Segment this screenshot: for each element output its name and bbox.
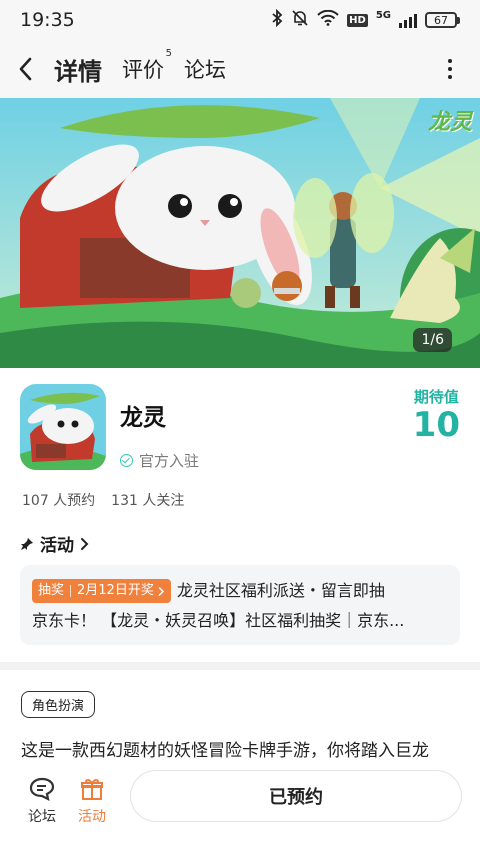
wifi-icon (317, 9, 339, 30)
network-type: 5G (375, 9, 391, 21)
activity-label: 活动 (78, 809, 106, 825)
banner-illustration (0, 98, 480, 368)
more-options-button[interactable] (438, 49, 462, 89)
activity-header[interactable]: 活动 (20, 531, 89, 556)
carousel-counter: 1/6 (413, 328, 452, 352)
game-description: 这是一款西幻题材的妖怪冒险卡牌手游，你将踏入巨龙 (21, 741, 429, 761)
forum-button[interactable]: 论坛 (22, 776, 62, 826)
reservation-count: 107 人预约 (22, 493, 96, 509)
battery-icon: 67 (425, 12, 460, 28)
chevron-right-small-icon (158, 586, 164, 596)
status-time: 19:35 (20, 9, 75, 31)
lottery-tag: 抽奖 2月12日开奖 (32, 579, 171, 603)
forum-label: 论坛 (28, 809, 56, 825)
tab-bar: 详情 评价 5 论坛 (54, 48, 226, 87)
activity-button[interactable]: 活动 (72, 776, 112, 826)
activity-text-line2: 京东卡！ 【龙灵・妖灵召唤】社区福利抽奖｜京东... (32, 611, 405, 630)
bottom-action-bar: 论坛 活动 已预约 (0, 762, 480, 854)
mute-bell-icon (291, 9, 309, 31)
tab-details[interactable]: 详情 (54, 52, 102, 87)
activity-title: 活动 (40, 536, 74, 556)
official-label: 官方入驻 (139, 452, 200, 470)
top-nav: 详情 评价 5 论坛 (0, 40, 480, 98)
official-badge: 官方入驻 (120, 450, 199, 471)
status-bar: 19:35 HD 5G 67 (0, 0, 480, 40)
chevron-right-icon (81, 537, 89, 550)
genre-tag[interactable]: 角色扮演 (21, 691, 96, 718)
signal-icon (399, 12, 417, 28)
bluetooth-icon (271, 8, 283, 31)
back-button[interactable] (18, 49, 46, 89)
lottery-date: 2月12日开奖 (77, 583, 154, 598)
pin-icon (21, 537, 33, 550)
banner-watermark: 龙灵 (427, 110, 472, 135)
tab-reviews-label: 评价 (122, 58, 164, 82)
tab-forum[interactable]: 论坛 (184, 54, 226, 84)
battery-level: 67 (425, 12, 457, 28)
app-title: 龙灵 (120, 405, 166, 431)
lottery-tag-label: 抽奖 (38, 583, 65, 598)
review-count-badge: 5 (165, 48, 172, 59)
expectation-label: 期待值 (413, 388, 459, 406)
screenshot-carousel[interactable]: 龙灵 1/6 (0, 98, 480, 368)
activity-card[interactable]: 抽奖 2月12日开奖 龙灵社区福利派送・留言即抽 京东卡！ 【龙灵・妖灵召唤】社… (20, 565, 460, 645)
app-stats: 107 人预约 131 人关注 (22, 490, 184, 510)
follower-count: 131 人关注 (111, 493, 185, 509)
app-icon (20, 384, 106, 470)
status-icons: HD 5G 67 (271, 8, 460, 31)
reserved-button[interactable]: 已预约 (130, 770, 462, 822)
expectation-score: 期待值 10 (413, 386, 460, 443)
verified-check-icon (120, 454, 133, 467)
activity-text-line1: 龙灵社区福利派送・留言即抽 (176, 581, 385, 600)
gift-icon (81, 778, 103, 800)
section-divider (0, 662, 480, 670)
chat-bubble-icon (29, 777, 55, 801)
tab-reviews[interactable]: 评价 5 (122, 48, 172, 84)
hd-badge: HD (347, 13, 368, 27)
chevron-left-icon (19, 57, 32, 81)
expectation-value: 10 (412, 405, 460, 445)
